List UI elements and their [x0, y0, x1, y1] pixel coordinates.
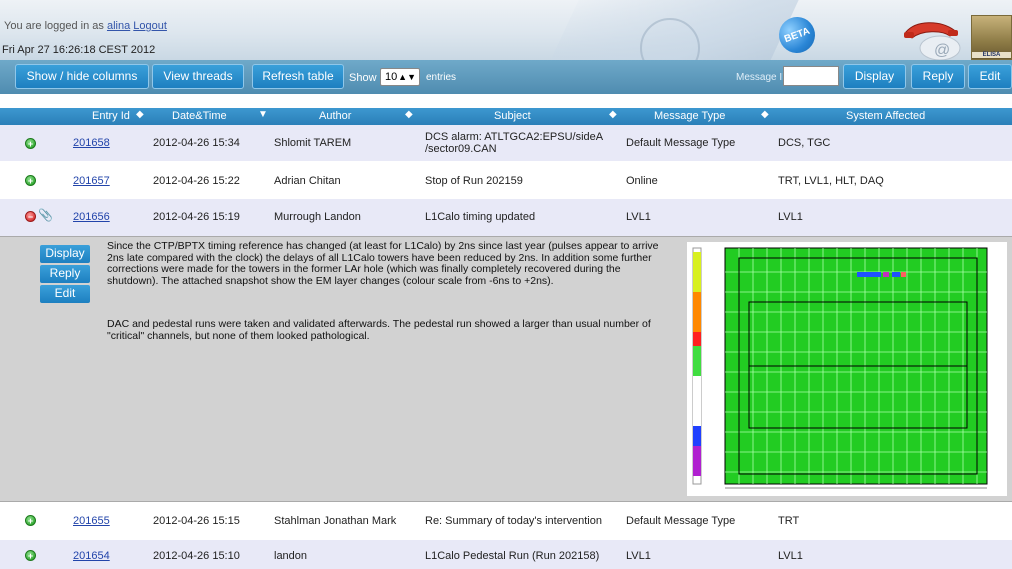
row-subject: DCS alarm: ATLTGCA2:EPSU/sideA /sector09… [425, 131, 603, 155]
toolbar: Show / hide columns View threads Refresh… [0, 60, 1012, 94]
entry-id-link[interactable]: 201655 [73, 515, 110, 527]
login-status: You are logged in as alina Logout [4, 20, 167, 32]
entries-label: entries [426, 72, 457, 83]
table-row[interactable]: + 201658 2012-04-26 15:34 Shlomit TAREM … [0, 125, 1012, 161]
column-subject[interactable]: Subject [494, 110, 531, 122]
entries-value: 10 [385, 71, 398, 83]
row-subject: L1Calo Pedestal Run (Run 202158) [425, 550, 600, 562]
column-message-type[interactable]: Message Type [654, 110, 725, 122]
row-datetime: 2012-04-26 15:10 [153, 550, 240, 562]
sort-down-icon[interactable]: ▼ [258, 109, 268, 120]
detail-reply-button[interactable]: Reply [40, 265, 90, 283]
column-author[interactable]: Author [319, 110, 351, 122]
row-systems: TRT, LVL1, HLT, DAQ [778, 175, 884, 187]
row-author: Murrough Landon [274, 211, 361, 223]
attachment-icon[interactable]: 📎 [38, 208, 53, 222]
select-arrow-icon: ▲▼ [398, 72, 416, 82]
detail-edit-button[interactable]: Edit [40, 285, 90, 303]
svg-text:@: @ [934, 42, 950, 59]
view-threads-button[interactable]: View threads [152, 64, 244, 89]
attachment-snapshot-image[interactable] [687, 242, 1007, 496]
detail-display-button[interactable]: Display [40, 245, 90, 263]
sort-icon[interactable]: ◆ [136, 109, 144, 120]
expand-plus-icon[interactable]: + [25, 138, 36, 149]
expand-plus-icon[interactable]: + [25, 550, 36, 561]
header-banner: You are logged in as alina Logout Fri Ap… [0, 0, 1012, 60]
message-id-input[interactable] [783, 66, 839, 86]
user-link[interactable]: alina [107, 20, 130, 32]
row-systems: DCS, TGC [778, 137, 831, 149]
column-entry-id[interactable]: Entry Id [92, 110, 130, 122]
sort-icon[interactable]: ◆ [405, 109, 413, 120]
logout-link[interactable]: Logout [133, 20, 167, 32]
logo-text: ELISA [972, 52, 1011, 58]
current-datetime: Fri Apr 27 16:26:18 CEST 2012 [2, 44, 156, 56]
show-hide-columns-button[interactable]: Show / hide columns [15, 64, 149, 89]
display-button[interactable]: Display [843, 64, 906, 89]
row-author: Shlomit TAREM [274, 137, 352, 149]
row-author: Stahlman Jonathan Mark [274, 515, 397, 527]
sort-icon[interactable]: ◆ [609, 109, 617, 120]
row-subject: Re: Summary of today's intervention [425, 515, 602, 527]
table-row[interactable]: + 201655 2012-04-26 15:15 Stahlman Jonat… [0, 503, 1012, 540]
column-system-affected[interactable]: System Affected [846, 110, 925, 122]
entry-id-link[interactable]: 201657 [73, 175, 110, 187]
elisa-logo[interactable]: ELISA [971, 15, 1012, 60]
row-subject: Stop of Run 202159 [425, 175, 523, 187]
edit-button[interactable]: Edit [968, 64, 1012, 89]
reply-button[interactable]: Reply [911, 64, 965, 89]
column-datetime[interactable]: Date&Time [172, 110, 227, 122]
detail-paragraph: DAC and pedestal runs were taken and val… [107, 318, 651, 342]
sort-icon[interactable]: ◆ [761, 109, 769, 120]
entry-id-link[interactable]: 201658 [73, 137, 110, 149]
entry-id-link[interactable]: 201656 [73, 211, 110, 223]
table-row-expanded[interactable]: − 📎 201656 2012-04-26 15:19 Murrough Lan… [0, 199, 1012, 236]
row-message-type: Default Message Type [626, 515, 736, 527]
entries-select[interactable]: 10 ▲▼ [380, 68, 420, 86]
detail-paragraph: Since the CTP/BPTX timing reference has … [107, 240, 659, 287]
row-systems: LVL1 [778, 550, 803, 562]
row-author: Adrian Chitan [274, 175, 341, 187]
phone-email-icon[interactable]: @ [898, 18, 968, 60]
row-message-type: LVL1 [626, 211, 651, 223]
row-message-type: Online [626, 175, 658, 187]
row-datetime: 2012-04-26 15:22 [153, 175, 240, 187]
show-label: Show [349, 72, 377, 84]
row-datetime: 2012-04-26 15:15 [153, 515, 240, 527]
row-author: landon [274, 550, 308, 562]
row-datetime: 2012-04-26 15:19 [153, 211, 240, 223]
toolbar-gap [0, 94, 1012, 108]
row-subject: L1Calo timing updated [425, 211, 536, 223]
table-row[interactable]: + 201657 2012-04-26 15:22 Adrian Chitan … [0, 161, 1012, 199]
entry-id-link[interactable]: 201654 [73, 550, 110, 562]
table-row[interactable]: + 201654 2012-04-26 15:10 landon L1Calo … [0, 540, 1012, 569]
expand-plus-icon[interactable]: + [25, 175, 36, 186]
table-header: Entry Id ◆ Date&Time ▼ Author ◆ Subject … [0, 108, 1012, 125]
row-systems: LVL1 [778, 211, 803, 223]
row-message-type: LVL1 [626, 550, 651, 562]
row-datetime: 2012-04-26 15:34 [153, 137, 240, 149]
expand-plus-icon[interactable]: + [25, 515, 36, 526]
logged-in-prefix: You are logged in as [4, 20, 104, 32]
row-message-type: Default Message Type [626, 137, 736, 149]
collapse-minus-icon[interactable]: − [25, 211, 36, 222]
row-systems: TRT [778, 515, 800, 527]
refresh-table-button[interactable]: Refresh table [252, 64, 344, 89]
